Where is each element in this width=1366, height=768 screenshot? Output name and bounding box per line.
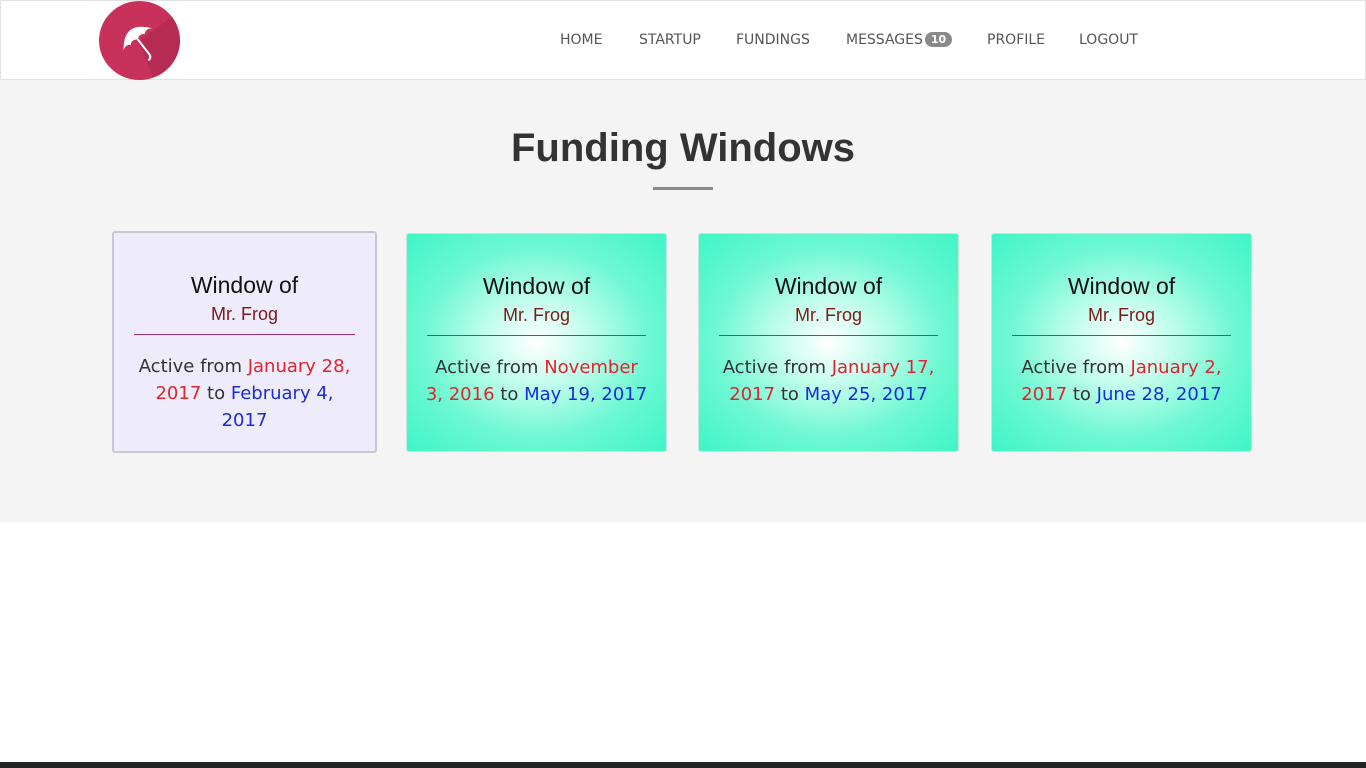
messages-count-badge: 10 bbox=[924, 32, 953, 47]
card-title: Window of bbox=[190, 272, 299, 298]
active-from-label: Active from bbox=[138, 356, 242, 377]
card-owner: Mr. Frog bbox=[794, 305, 862, 325]
card-dates: Active from January 2, 2017 to June 28, … bbox=[1010, 354, 1233, 408]
to-label: to bbox=[207, 383, 226, 404]
to-label: to bbox=[1072, 384, 1091, 405]
top-navbar: HOME STARTUP FUNDINGS MESSAGES 10 PROFILE… bbox=[0, 0, 1366, 80]
nav-messages-label: MESSAGES bbox=[846, 32, 923, 48]
nav-startup[interactable]: STARTUP bbox=[639, 32, 701, 52]
card-title: Window of bbox=[482, 273, 591, 299]
funding-window-card[interactable]: Window of Mr. Frog Active from January 2… bbox=[991, 233, 1252, 452]
nav-fundings[interactable]: FUNDINGS bbox=[736, 32, 810, 52]
nav-profile[interactable]: PROFILE bbox=[987, 32, 1045, 52]
card-owner: Mr. Frog bbox=[1087, 305, 1155, 325]
card-divider bbox=[134, 334, 355, 335]
card-divider bbox=[1012, 335, 1231, 336]
card-divider bbox=[719, 335, 938, 336]
card-dates: Active from January 28, 2017 to February… bbox=[132, 353, 357, 434]
footer-bar bbox=[0, 762, 1366, 768]
funding-window-card[interactable]: Window of Mr. Frog Active from November … bbox=[406, 233, 667, 452]
end-date: May 19, 2017 bbox=[524, 384, 648, 405]
card-owner: Mr. Frog bbox=[502, 305, 570, 325]
card-title: Window of bbox=[774, 273, 883, 299]
to-label: to bbox=[500, 384, 519, 405]
page-title: Funding Windows bbox=[510, 126, 855, 170]
funding-windows-section: Funding Windows Window of Mr. Frog Activ… bbox=[0, 80, 1366, 522]
nav-logout[interactable]: LOGOUT bbox=[1079, 32, 1138, 52]
title-underline bbox=[653, 187, 713, 190]
card-owner: Mr. Frog bbox=[210, 304, 278, 324]
end-date: February 4, 2017 bbox=[221, 383, 334, 431]
funding-window-card[interactable]: Window of Mr. Frog Active from January 2… bbox=[112, 231, 377, 453]
card-divider bbox=[427, 335, 646, 336]
card-dates: Active from January 17, 2017 to May 25, … bbox=[717, 354, 940, 408]
end-date: May 25, 2017 bbox=[804, 384, 928, 405]
to-label: to bbox=[780, 384, 799, 405]
active-from-label: Active from bbox=[1021, 357, 1125, 378]
funding-window-card[interactable]: Window of Mr. Frog Active from January 1… bbox=[698, 233, 959, 452]
card-dates: Active from November 3, 2016 to May 19, … bbox=[425, 354, 648, 408]
nav-messages[interactable]: MESSAGES 10 bbox=[846, 32, 953, 52]
active-from-label: Active from bbox=[435, 357, 539, 378]
main-nav: HOME STARTUP FUNDINGS MESSAGES 10 PROFILE… bbox=[1, 1, 1366, 81]
active-from-label: Active from bbox=[722, 357, 826, 378]
nav-home[interactable]: HOME bbox=[560, 32, 602, 52]
end-date: June 28, 2017 bbox=[1096, 384, 1222, 405]
card-title: Window of bbox=[1067, 273, 1176, 299]
